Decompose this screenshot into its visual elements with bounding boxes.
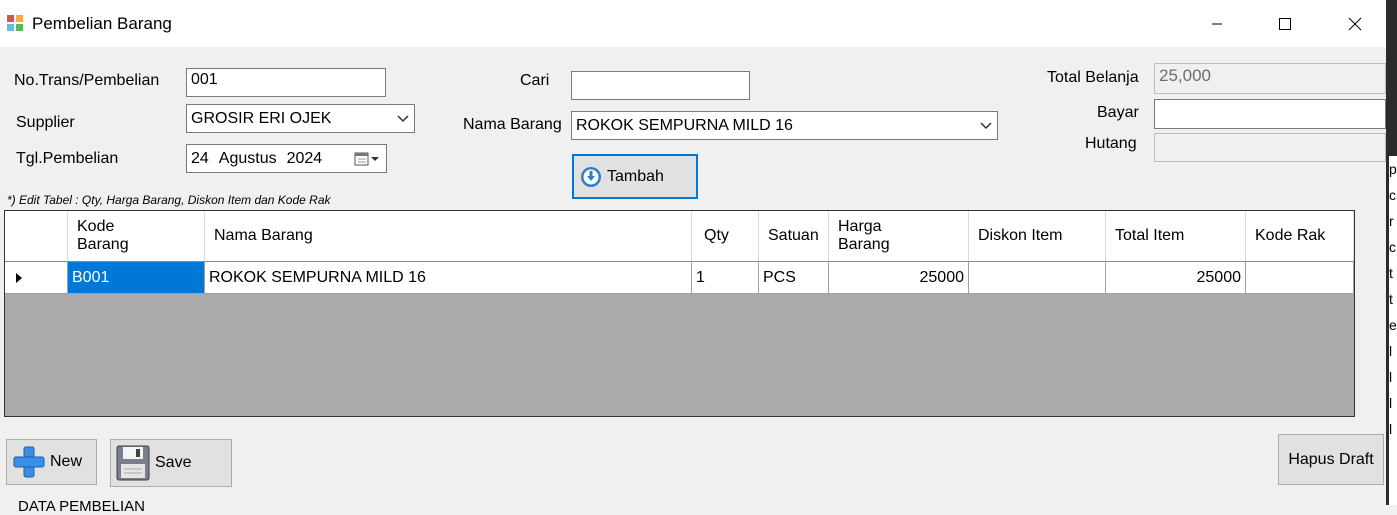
chevron-down-icon — [397, 114, 409, 122]
date-year: 2024 — [286, 149, 323, 167]
calendar-icon[interactable] — [354, 151, 382, 167]
tambah-label: Tambah — [607, 167, 664, 185]
date-day: 24 — [191, 149, 209, 167]
bg-text-line: l — [1389, 395, 1393, 411]
bayar-input[interactable] — [1154, 99, 1386, 129]
minimize-icon — [1212, 23, 1222, 24]
data-pembelian-label: DATA PEMBELIAN — [18, 498, 145, 515]
row-pointer-icon — [16, 272, 22, 283]
tgl-pembelian-datepicker[interactable]: 24 Agustus 2024 — [186, 144, 387, 173]
minimize-button[interactable] — [1194, 0, 1240, 47]
bg-text-line: p — [1389, 161, 1397, 177]
pembelian-grid[interactable]: Kode Barang Nama Barang Qty Satuan Harga… — [4, 210, 1355, 417]
total-belanja-label: Total Belanja — [1047, 69, 1139, 86]
no-trans-label: No.Trans/Pembelian — [14, 72, 160, 89]
grid-header: Kode Barang Nama Barang Qty Satuan Harga… — [5, 211, 1354, 262]
total-belanja-field: 25,000 — [1154, 63, 1386, 94]
app-icon — [7, 15, 23, 31]
bg-text-line: t — [1389, 291, 1393, 307]
hapus-draft-label: Hapus Draft — [1288, 450, 1374, 468]
background-window-text: p c r c t t e l l l l — [1389, 156, 1397, 505]
maximize-button[interactable] — [1262, 0, 1308, 47]
col-header-nama-barang[interactable]: Nama Barang — [205, 211, 692, 261]
cell-harga-barang[interactable]: 25000 — [829, 262, 969, 293]
cell-nama-barang[interactable]: ROKOK SEMPURNA MILD 16 — [205, 262, 692, 293]
row-selector[interactable] — [5, 262, 68, 293]
cell-total-item[interactable]: 25000 — [1106, 262, 1246, 293]
hutang-field — [1154, 133, 1386, 162]
edit-note: *) Edit Tabel : Qty, Harga Barang, Disko… — [7, 193, 331, 207]
hutang-label: Hutang — [1085, 135, 1137, 152]
bayar-label: Bayar — [1097, 104, 1139, 121]
maximize-icon — [1279, 17, 1291, 30]
table-row[interactable]: B001 ROKOK SEMPURNA MILD 16 1 PCS 25000 … — [5, 262, 1354, 294]
cell-kode-rak[interactable] — [1246, 262, 1354, 293]
cell-qty[interactable]: 1 — [692, 262, 759, 293]
bg-text-line: t — [1389, 265, 1393, 281]
bg-text-line: r — [1389, 213, 1394, 229]
chevron-down-icon — [980, 121, 992, 129]
nama-barang-label: Nama Barang — [463, 116, 562, 133]
new-button[interactable]: New — [6, 439, 97, 485]
plus-icon — [13, 446, 45, 478]
window-title: Pembelian Barang — [32, 14, 172, 33]
close-icon — [1348, 17, 1362, 30]
save-label: Save — [155, 454, 192, 471]
tambah-button[interactable]: Tambah — [572, 154, 698, 199]
title-bar — [0, 0, 1386, 47]
cell-kode-barang[interactable]: B001 — [68, 262, 205, 293]
hapus-draft-button[interactable]: Hapus Draft — [1278, 434, 1384, 485]
supplier-select[interactable]: GROSIR ERI OJEK — [186, 104, 415, 133]
bg-text-line: c — [1389, 239, 1396, 255]
bg-text-line: l — [1389, 343, 1393, 359]
close-button[interactable] — [1332, 0, 1378, 47]
no-trans-input[interactable]: 001 — [186, 68, 386, 97]
tgl-pembelian-label: Tgl.Pembelian — [16, 150, 119, 167]
save-button[interactable]: Save — [110, 439, 232, 487]
col-header-total-item[interactable]: Total Item — [1106, 211, 1246, 261]
col-header-kode-barang[interactable]: Kode Barang — [68, 211, 205, 261]
supplier-label: Supplier — [16, 114, 75, 131]
new-label: New — [50, 453, 83, 470]
bg-text-line: c — [1389, 187, 1396, 203]
col-header-qty[interactable]: Qty — [692, 211, 759, 261]
col-header-diskon-item[interactable]: Diskon Item — [969, 211, 1106, 261]
date-month: Agustus — [218, 149, 277, 167]
col-header-harga-barang[interactable]: Harga Barang — [829, 211, 969, 261]
col-header-satuan[interactable]: Satuan — [759, 211, 829, 261]
floppy-disk-icon — [116, 445, 150, 481]
cell-satuan[interactable]: PCS — [759, 262, 829, 293]
nama-barang-select[interactable]: ROKOK SEMPURNA MILD 16 — [571, 111, 998, 140]
down-arrow-circle-icon — [581, 166, 601, 187]
bg-text-line: e — [1389, 317, 1397, 333]
col-header-kode-rak[interactable]: Kode Rak — [1246, 211, 1354, 261]
supplier-value: GROSIR ERI OJEK — [191, 109, 332, 127]
bg-text-line: l — [1389, 421, 1393, 437]
bg-text-line: l — [1389, 369, 1393, 385]
row-header-corner — [5, 211, 68, 261]
nama-barang-value: ROKOK SEMPURNA MILD 16 — [576, 116, 793, 134]
cell-diskon-item[interactable] — [969, 262, 1106, 293]
cari-label: Cari — [520, 72, 550, 89]
cari-input[interactable] — [571, 71, 750, 100]
